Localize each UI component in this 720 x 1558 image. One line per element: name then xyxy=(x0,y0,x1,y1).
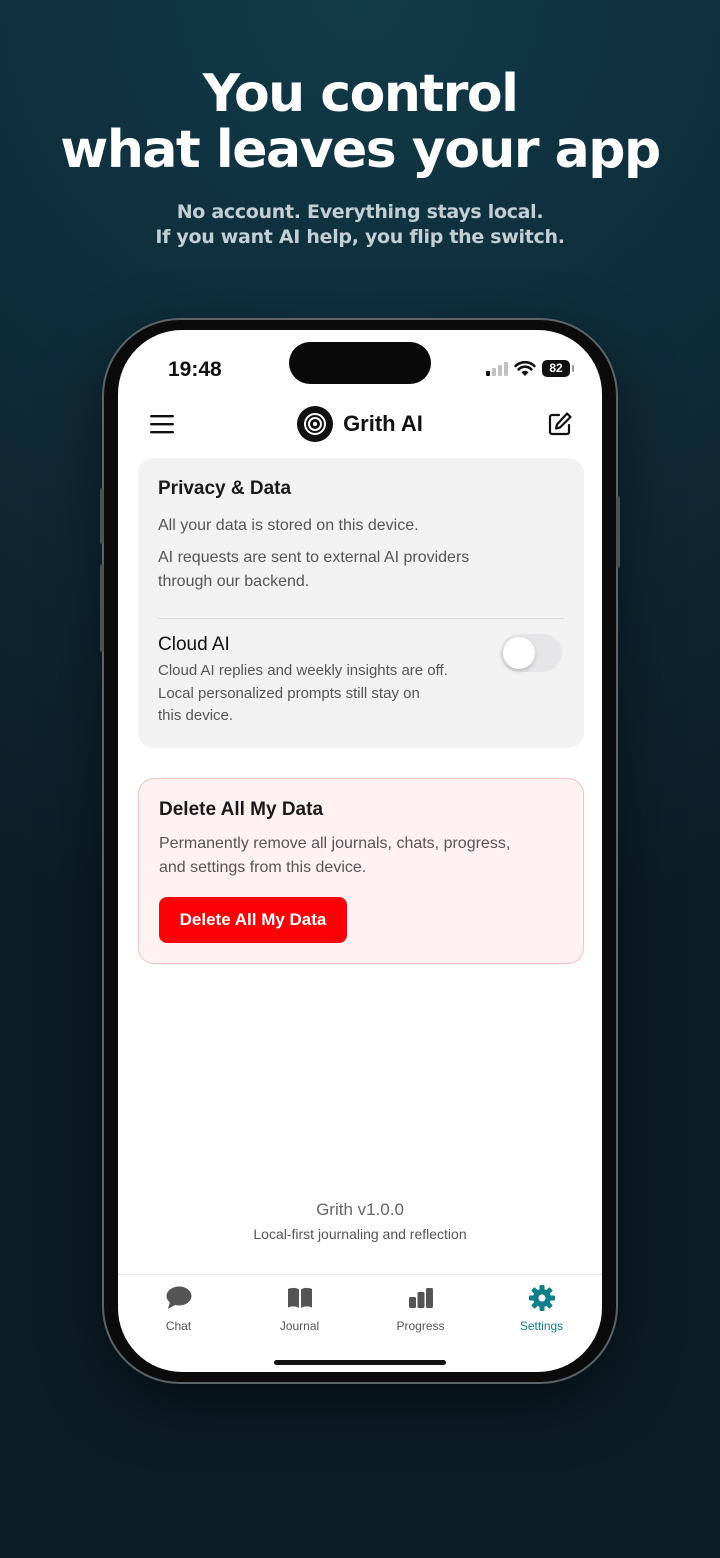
status-icons: 82 xyxy=(486,360,574,377)
cloud-ai-description-line3: this device. xyxy=(158,707,234,724)
dynamic-island xyxy=(289,342,431,384)
hero-subtitle-line2: If you want AI help, you flip the switch… xyxy=(155,226,565,248)
battery-tip xyxy=(572,365,574,372)
app-screen: 19:48 82 Grith AI Privacy & Data All you… xyxy=(118,330,602,1372)
delete-data-title: Delete All My Data xyxy=(159,799,324,820)
tab-bar: Chat Journal Progress Settings xyxy=(118,1274,602,1372)
phone-volume-button xyxy=(100,564,104,652)
hero-subtitle: No account. Everything stays local. If y… xyxy=(0,200,720,250)
tab-progress[interactable]: Progress xyxy=(360,1275,481,1372)
gear-icon xyxy=(528,1285,556,1311)
tab-chat[interactable]: Chat xyxy=(118,1275,239,1372)
privacy-divider xyxy=(158,618,564,619)
tab-progress-label: Progress xyxy=(396,1319,445,1333)
ai-requests-text-line1: AI requests are sent to external AI prov… xyxy=(158,549,470,566)
cloud-ai-label: Cloud AI xyxy=(158,634,230,655)
cloud-ai-description-line2: Local personalized prompts still stay on xyxy=(158,684,420,702)
tab-journal-label: Journal xyxy=(279,1319,320,1333)
toggle-knob xyxy=(503,637,535,669)
hero-title-line1: You control xyxy=(202,64,519,124)
storage-text: All your data is stored on this device. xyxy=(158,517,419,534)
app-title: Grith AI xyxy=(343,411,423,436)
phone-power-button xyxy=(616,496,620,568)
book-icon xyxy=(286,1285,314,1311)
app-header: Grith AI xyxy=(118,400,602,450)
tab-settings[interactable]: Settings xyxy=(481,1275,602,1372)
new-entry-button[interactable] xyxy=(546,410,574,438)
phone-side-button xyxy=(100,488,104,544)
cellular-signal-icon xyxy=(486,361,508,376)
cloud-ai-description: Cloud AI replies and weekly insights are… xyxy=(158,660,498,728)
bar-chart-icon xyxy=(407,1285,435,1311)
grith-logo-icon xyxy=(297,406,334,442)
phone-frame: 19:48 82 Grith AI Privacy & Data All you… xyxy=(100,320,620,1382)
delete-data-description: Permanently remove all journals, chats, … xyxy=(159,832,569,880)
privacy-title: Privacy & Data xyxy=(158,478,292,499)
wifi-icon xyxy=(514,360,536,376)
battery-level: 82 xyxy=(549,361,563,375)
app-tagline: Local-first journaling and reflection xyxy=(253,1226,467,1242)
tab-chat-label: Chat xyxy=(165,1319,192,1333)
delete-data-description-line2: and settings from this device. xyxy=(159,859,367,876)
home-indicator[interactable] xyxy=(274,1360,446,1365)
cloud-ai-description-line1: Cloud AI replies and weekly insights are… xyxy=(158,662,448,679)
chat-bubble-icon xyxy=(165,1285,193,1311)
hero-subtitle-line1: No account. Everything stays local. xyxy=(176,201,544,223)
ai-requests-text: AI requests are sent to external AI prov… xyxy=(158,546,469,594)
hero-title-line2: what leaves your app xyxy=(60,120,661,180)
compose-icon xyxy=(548,412,572,436)
cloud-ai-toggle[interactable] xyxy=(500,634,562,672)
app-version: Grith v1.0.0 xyxy=(316,1200,404,1219)
tab-journal[interactable]: Journal xyxy=(239,1275,360,1372)
battery-icon: 82 xyxy=(542,360,574,377)
hero-title: You control what leaves your app xyxy=(0,66,720,178)
delete-all-data-button[interactable]: Delete All My Data xyxy=(159,897,347,943)
delete-data-card: Delete All My Data Permanently remove al… xyxy=(138,778,584,964)
privacy-card: Privacy & Data All your data is stored o… xyxy=(138,458,584,748)
tab-settings-label: Settings xyxy=(519,1319,564,1333)
status-time: 19:48 xyxy=(168,358,222,381)
app-brand: Grith AI xyxy=(118,406,602,442)
ai-requests-text-line2: through our backend. xyxy=(158,573,310,590)
delete-data-description-line1: Permanently remove all journals, chats, … xyxy=(159,835,511,852)
